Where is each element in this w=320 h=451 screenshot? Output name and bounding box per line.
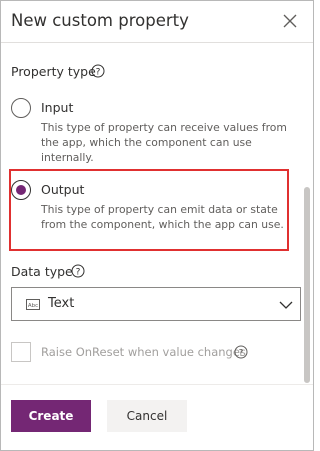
close-icon[interactable] [281, 12, 299, 30]
help-icon[interactable]: ? [91, 64, 105, 78]
cancel-button[interactable]: Cancel [107, 400, 187, 432]
text-type-icon: Abc [26, 299, 40, 310]
custom-property-dialog: New custom property Property type ? Inpu… [0, 0, 314, 451]
data-type-dropdown[interactable]: Abc Text [11, 287, 301, 321]
help-icon[interactable]: ? [234, 345, 248, 359]
radio-description-output: This type of property can emit data or s… [41, 203, 284, 231]
radio-button-input[interactable] [11, 98, 31, 118]
radio-button-output[interactable] [11, 180, 31, 200]
chevron-down-icon [279, 301, 293, 309]
radio-description-input: This type of property can receive values… [41, 121, 287, 164]
dialog-title: New custom property [11, 11, 189, 30]
create-button[interactable]: Create [11, 400, 91, 432]
help-icon[interactable]: ? [71, 264, 85, 278]
radio-option-output[interactable]: Output This type of property can emit da… [11, 180, 284, 236]
data-type-label: Data type [11, 264, 73, 279]
dialog-header: New custom property [1, 1, 313, 43]
radio-title-input: Input [41, 100, 74, 115]
raise-onreset-checkbox[interactable] [11, 342, 31, 362]
svg-text:?: ? [96, 67, 101, 77]
data-type-selected: Text [48, 296, 75, 311]
radio-title-output: Output [41, 182, 85, 197]
footer-divider [1, 384, 313, 385]
radio-option-input[interactable]: Input This type of property can receive … [11, 98, 287, 164]
scrollbar[interactable] [304, 187, 310, 383]
svg-text:Abc: Abc [28, 303, 38, 309]
svg-text:?: ? [239, 348, 244, 358]
svg-text:?: ? [76, 267, 81, 277]
raise-onreset-label: Raise OnReset when value changes [41, 345, 246, 359]
property-type-label: Property type [11, 64, 96, 79]
